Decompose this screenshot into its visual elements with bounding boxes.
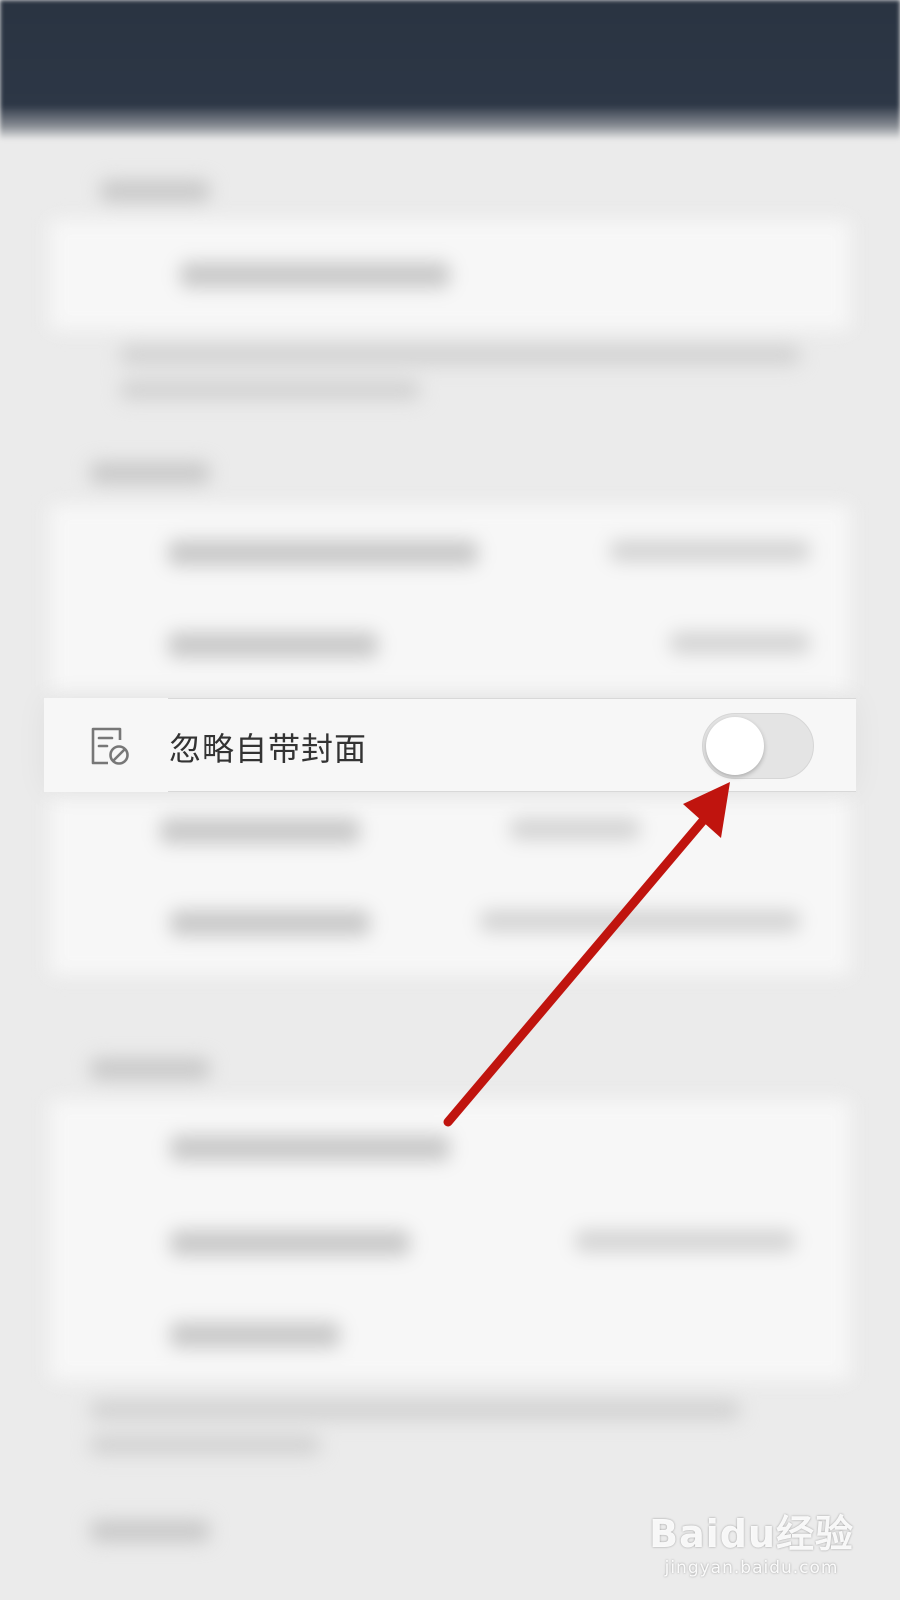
watermark-url: jingyan.baidu.com (664, 1558, 839, 1578)
cover-ignore-icon (91, 727, 129, 765)
watermark-brand: Baidu经验 (649, 1512, 854, 1556)
blurred-background-content (0, 0, 900, 1600)
setting-row-ignore-cover[interactable]: 忽略自带封面 (44, 698, 856, 792)
row-divider-bottom (168, 791, 856, 792)
baidu-watermark: Baidu经验 jingyan.baidu.com (649, 1503, 854, 1578)
toggle-knob[interactable] (706, 717, 764, 775)
setting-row-label: 忽略自带封面 (169, 730, 368, 768)
row-divider-top (168, 698, 856, 699)
ignore-cover-toggle[interactable] (702, 713, 814, 779)
